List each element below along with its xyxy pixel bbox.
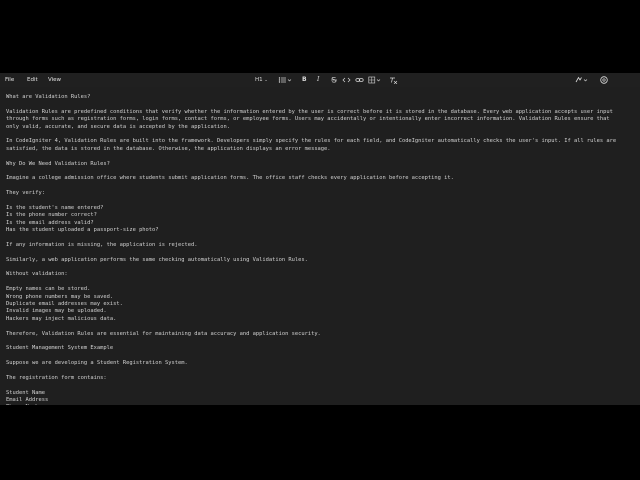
text-line: What are Validation Rules?	[6, 94, 91, 100]
text-line	[6, 131, 634, 138]
settings-icon	[600, 76, 608, 84]
document-text[interactable]: What are Validation Rules? Validation Rul…	[6, 94, 634, 405]
text-line	[6, 234, 634, 241]
text-line	[6, 382, 634, 389]
chevron-down-icon: ⌄	[264, 77, 268, 82]
text-line: Suppose we are developing a Student Regi…	[6, 360, 188, 367]
text-line	[6, 264, 634, 271]
heading-label: H1	[255, 77, 263, 83]
text-line: Is the student's name entered?	[6, 204, 104, 211]
text-line: only valid, accurate, and secure data is…	[6, 123, 230, 130]
text-line	[6, 197, 634, 204]
list-button[interactable]	[278, 76, 292, 84]
copilot-icon	[575, 76, 588, 83]
text-line: Student Name	[6, 389, 45, 396]
text-line: Wrong phone numbers may be saved.	[6, 293, 114, 300]
table-icon	[368, 76, 381, 84]
text-line	[6, 279, 634, 286]
italic-icon: I	[317, 76, 320, 83]
text-line: Duplicate email addresses may exist.	[6, 300, 123, 307]
code-button[interactable]	[342, 76, 351, 84]
list-icon	[278, 77, 292, 83]
text-line	[6, 153, 634, 160]
menu-file[interactable]: File	[5, 77, 14, 83]
text-line: In CodeIgniter 4, Validation Rules are b…	[6, 138, 617, 145]
text-line: Hackers may inject malicious data.	[6, 315, 117, 322]
heading-dropdown[interactable]: H1 ⌄	[255, 76, 268, 84]
text-line	[6, 101, 634, 108]
strikethrough-button[interactable]	[330, 76, 338, 84]
text-line	[6, 183, 634, 190]
text-line: Phone Number	[6, 404, 634, 405]
menu-view[interactable]: View	[48, 77, 61, 83]
bold-button[interactable]: B	[302, 76, 307, 84]
text-line: through forms such as registration forms…	[6, 116, 610, 123]
text-line: They verify:	[6, 190, 45, 197]
text-line	[6, 168, 634, 175]
code-icon	[342, 77, 351, 83]
italic-button[interactable]: I	[317, 76, 319, 84]
text-line	[6, 323, 634, 330]
text-line: Empty names can be stored.	[6, 286, 91, 293]
text-line: Imagine a college admission office where…	[6, 175, 454, 182]
text-line: Is the phone number correct?	[6, 212, 97, 219]
text-line: The registration form contains:	[6, 374, 107, 381]
clear-format-icon	[390, 77, 398, 84]
text-line: Student Management System Example	[6, 345, 114, 352]
text-line: Similarly, a web application performs th…	[6, 256, 308, 263]
text-line: If any information is missing, the appli…	[6, 241, 198, 248]
text-line: Why Do We Need Validation Rules?	[6, 160, 110, 167]
text-line: Validation Rules are predefined conditio…	[6, 108, 613, 115]
text-line: Therefore, Validation Rules are essentia…	[6, 330, 321, 337]
table-button[interactable]	[368, 76, 382, 84]
strikethrough-icon	[331, 76, 337, 83]
bold-icon: B	[302, 76, 307, 83]
menu-bar: File Edit View H1 ⌄ B I	[0, 73, 640, 87]
text-line: Is the email address valid?	[6, 219, 94, 226]
menu-edit[interactable]: Edit	[27, 77, 38, 83]
text-line: Has the student uploaded a passport-size…	[6, 227, 159, 234]
link-button[interactable]	[355, 76, 364, 84]
text-line: satisfied, the data is stored in the dat…	[6, 145, 331, 152]
clear-format-button[interactable]	[389, 76, 398, 84]
text-line: Invalid images may be uploaded.	[6, 308, 107, 315]
settings-button[interactable]	[599, 75, 609, 84]
text-line	[6, 353, 634, 360]
link-icon	[355, 78, 364, 82]
text-line	[6, 367, 634, 374]
text-line	[6, 338, 634, 345]
text-line: Without validation:	[6, 271, 68, 278]
text-line: Email Address	[6, 397, 49, 404]
copilot-button[interactable]	[575, 76, 589, 84]
text-line	[6, 249, 634, 256]
